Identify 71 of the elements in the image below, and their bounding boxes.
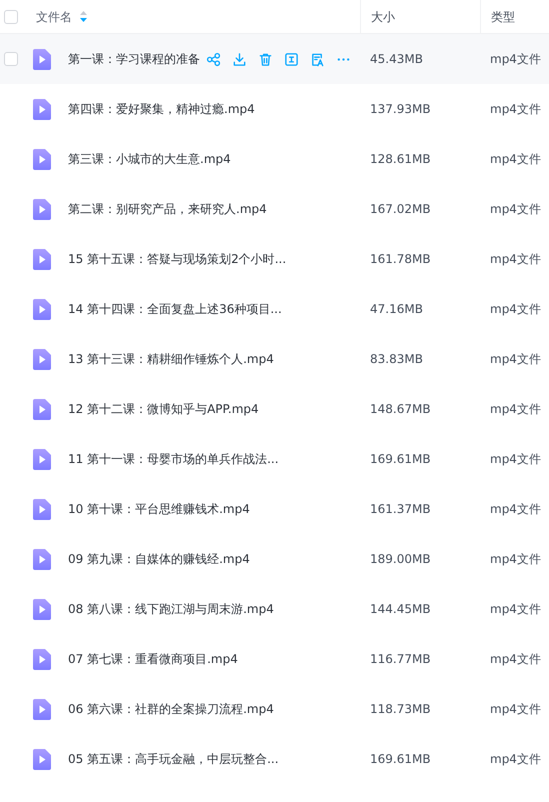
file-name[interactable]: 09 第九课：自媒体的赚钱经.mp4 [68,550,250,568]
file-size: 47.16MB [370,301,423,318]
file-name[interactable]: 第三课：小城市的大生意.mp4 [68,150,231,168]
download-icon[interactable] [232,52,247,66]
video-file-icon [33,48,51,70]
video-file-icon [33,298,51,320]
delete-icon[interactable] [258,52,273,66]
file-size: 161.37MB [370,501,431,518]
file-size: 169.61MB [370,751,431,768]
checkbox[interactable] [4,10,18,24]
file-type: mp4文件 [490,551,541,568]
video-file-icon [33,698,51,720]
video-file-icon [33,748,51,770]
video-file-icon [33,198,51,220]
file-name[interactable]: 12 第十二课：微博知乎与APP.mp4 [68,400,259,418]
file-name[interactable]: 第一课：学习课程的准备 [68,50,200,68]
file-type: mp4文件 [490,701,541,718]
file-size: 144.45MB [370,601,431,618]
file-type: mp4文件 [490,401,541,418]
file-name[interactable]: 第四课：爱好聚集，精神过瘾.mp4 [68,100,255,118]
file-size: 189.00MB [370,551,431,568]
sort-icon[interactable] [80,11,87,22]
file-size: 169.61MB [370,451,431,468]
file-name[interactable]: 10 第十课：平台思维赚钱术.mp4 [68,500,250,518]
file-size: 161.78MB [370,251,431,268]
share-icon[interactable] [206,52,221,66]
file-type: mp4文件 [490,51,541,68]
file-name[interactable]: 05 第五课：高手玩金融，中层玩整合... [68,750,279,768]
file-name[interactable]: 第二课：别研究产品，来研究人.mp4 [68,200,267,218]
file-name[interactable]: 07 第七课：重看微商项目.mp4 [68,650,238,668]
checkbox[interactable] [4,52,18,66]
file-size: 116.77MB [370,651,431,668]
file-name[interactable]: 15 第十五课：答疑与现场策划2个小时... [68,250,286,268]
file-size: 83.83MB [370,351,423,368]
file-size: 118.73MB [370,701,431,718]
column-header[interactable]: 大小 [371,8,395,26]
column-header[interactable]: 文件名 [36,8,72,26]
video-file-icon [33,248,51,270]
video-file-icon [33,398,51,420]
file-size: 137.93MB [370,101,431,118]
video-file-icon [33,98,51,120]
column-header[interactable]: 类型 [491,8,515,26]
file-size: 45.43MB [370,51,423,68]
video-file-icon [33,348,51,370]
file-type: mp4文件 [490,201,541,218]
file-type: mp4文件 [490,251,541,268]
text-recognition-icon[interactable] [310,52,325,66]
file-name[interactable]: 14 第十四课：全面复盘上述36种项目... [68,300,282,318]
file-name[interactable]: 13 第十三课：精耕细作锤炼个人.mp4 [68,350,274,368]
file-type: mp4文件 [490,751,541,768]
file-size: 148.67MB [370,401,431,418]
file-type: mp4文件 [490,501,541,518]
file-type: mp4文件 [490,351,541,368]
video-file-icon [33,148,51,170]
file-type: mp4文件 [490,651,541,668]
video-file-icon [33,498,51,520]
file-type: mp4文件 [490,301,541,318]
file-type: mp4文件 [490,151,541,168]
video-file-icon [33,648,51,670]
file-size: 128.61MB [370,151,431,168]
file-type: mp4文件 [490,601,541,618]
video-file-icon [33,448,51,470]
file-type: mp4文件 [490,101,541,118]
rename-icon[interactable] [284,52,299,66]
file-name[interactable]: 06 第六课：社群的全案操刀流程.mp4 [68,700,274,718]
file-size: 167.02MB [370,201,431,218]
file-name[interactable]: 08 第八课：线下跑江湖与周末游.mp4 [68,600,274,618]
video-file-icon [33,548,51,570]
file-type: mp4文件 [490,451,541,468]
video-file-icon [33,598,51,620]
file-name[interactable]: 11 第十一课：母婴市场的单兵作战法... [68,450,279,468]
